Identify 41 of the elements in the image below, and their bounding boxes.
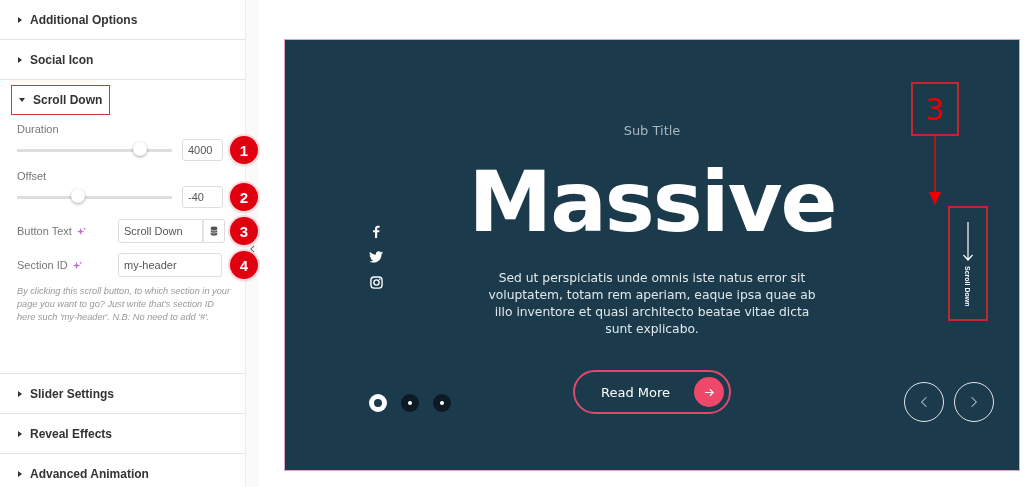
section-header[interactable]: Reveal Effects	[0, 414, 245, 454]
slide-subtitle: Sub Title	[623, 123, 681, 138]
database-button[interactable]	[203, 219, 225, 243]
slider-thumb[interactable]	[71, 189, 85, 203]
section-header[interactable]: Additional Options	[0, 0, 245, 40]
sparkle-icon[interactable]	[72, 260, 82, 270]
slide-title: Massive	[468, 152, 836, 252]
camera-icon[interactable]	[369, 276, 383, 289]
collapse-icon[interactable]	[249, 244, 255, 253]
control-label: Button Text	[17, 225, 72, 237]
text-field[interactable]: my-header	[118, 253, 222, 277]
number-field[interactable]: -40	[182, 186, 223, 208]
section-header[interactable]: Advanced Animation	[0, 454, 245, 487]
chevron-left-icon	[920, 396, 928, 408]
number-badge: 3	[230, 217, 258, 245]
database-icon	[210, 226, 218, 236]
slider-thumb[interactable]	[133, 142, 147, 156]
callout-box: 3	[911, 82, 959, 136]
read-more-button[interactable]: Read More	[573, 370, 731, 414]
control-label: Duration	[17, 123, 60, 135]
slide-dot[interactable]	[369, 394, 387, 412]
slide-dot[interactable]	[401, 394, 419, 412]
section-header[interactable]: Social Icon	[0, 40, 245, 80]
arrow-down-icon	[961, 222, 974, 262]
help-text: By clicking this scroll button, to which section in your page you want to go? Just write that's section ID here such 'my-header'. N.B: No need to add '#'.	[17, 285, 232, 324]
number-badge: 4	[230, 251, 258, 279]
number-field[interactable]: 4000	[182, 139, 223, 161]
chevron-right-icon	[970, 396, 978, 408]
sparkle-icon[interactable]	[76, 226, 86, 236]
control-label: Offset	[17, 170, 48, 182]
bird-icon[interactable]	[369, 251, 383, 263]
section-header[interactable]: Scroll Down	[11, 85, 111, 115]
slide-dot[interactable]	[433, 394, 451, 412]
text-field[interactable]: Scroll Down	[118, 219, 203, 243]
control-label: Section ID	[17, 259, 68, 271]
section-header[interactable]: Slider Settings	[0, 374, 245, 414]
callout-arrow	[928, 136, 942, 206]
facebook-icon[interactable]	[372, 225, 380, 238]
number-badge: 1	[230, 136, 258, 164]
slide-text: Sed ut perspiciatis unde omnis iste natus error sit voluptatem, totam rem aperiam, eaque ipsa quae ab illo inventore et quasi architecto beatae vitae dicta sunt explicabo.	[487, 270, 817, 338]
number-badge: 2	[230, 183, 258, 211]
